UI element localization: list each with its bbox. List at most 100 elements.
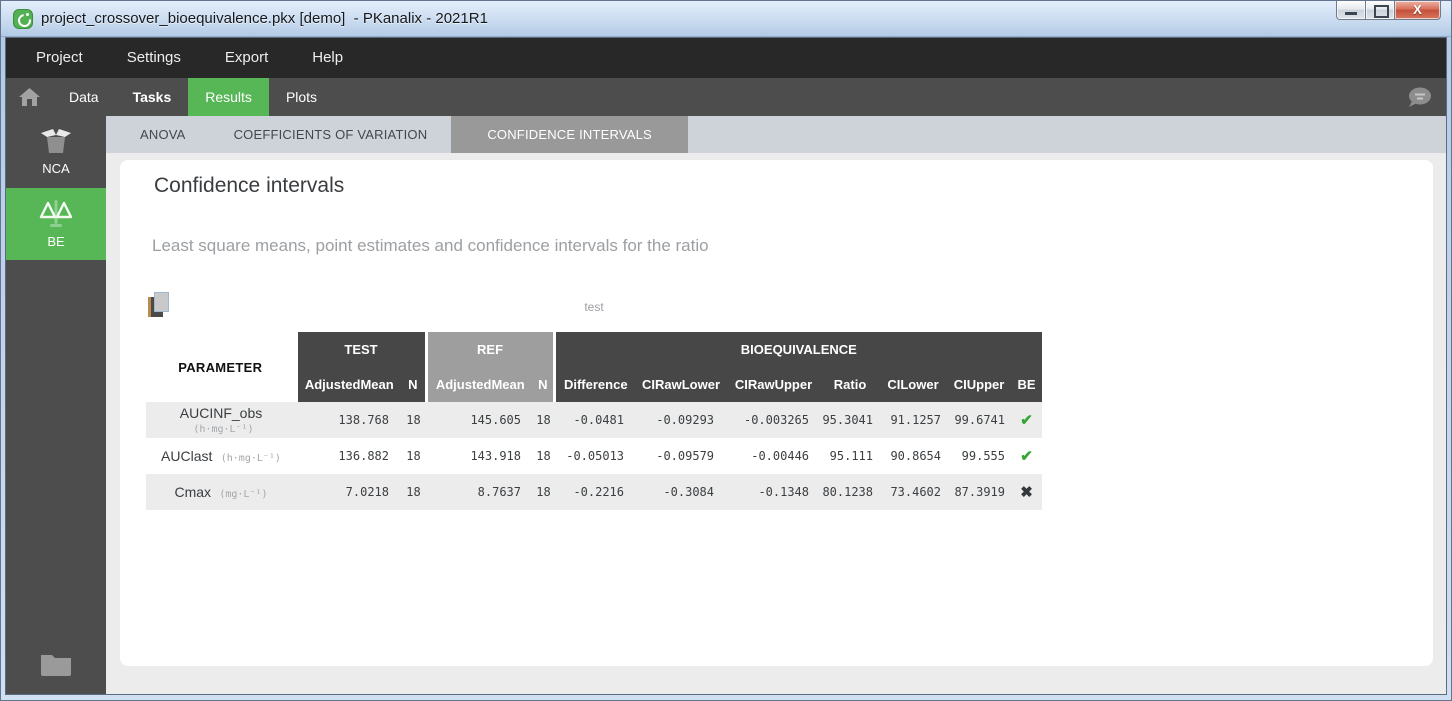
ci-lower: 73.4602: [879, 474, 947, 510]
ci-upper: 99.6741: [947, 402, 1011, 438]
tab-tasks[interactable]: Tasks: [116, 78, 189, 116]
app-client-area: Project Settings Export Help Data Tasks …: [5, 37, 1447, 695]
results-content: Confidence intervals Least square means,…: [106, 153, 1446, 694]
app-window: project_crossover_bioequivalence.pkx [de…: [0, 0, 1452, 701]
home-button[interactable]: [6, 78, 52, 116]
parameter-name: Cmax: [174, 484, 211, 500]
main-tab-bar: Data Tasks Results Plots: [6, 78, 1446, 116]
window-title: project_crossover_bioequivalence.pkx [de…: [41, 10, 488, 27]
ci-raw-lower: -0.09293: [636, 402, 726, 438]
ci-lower: 91.1257: [879, 402, 947, 438]
col-header-ciupper: CIUpper: [947, 367, 1011, 402]
test-n: 18: [401, 438, 426, 474]
main-panel: ANOVA COEFFICIENTS OF VARIATION CONFIDEN…: [106, 116, 1446, 694]
subtab-confidence-intervals[interactable]: CONFIDENCE INTERVALS: [451, 116, 688, 153]
test-n: 18: [401, 474, 426, 510]
sidebar-item-be[interactable]: BE: [6, 188, 106, 260]
subtab-coefficients-of-variation[interactable]: COEFFICIENTS OF VARIATION: [210, 116, 452, 153]
home-icon: [19, 88, 40, 106]
col-header-test-adjustedmean: AdjustedMean: [296, 367, 401, 402]
group-header-bioequivalence: BIOEQUIVALENCE: [554, 332, 1042, 367]
ref-adjusted-mean: 8.7637: [426, 474, 533, 510]
ci-raw-upper: -0.00446: [726, 438, 821, 474]
window-frame: Project Settings Export Help Data Tasks …: [1, 37, 1451, 700]
ratio: 95.3041: [821, 402, 879, 438]
ref-n: 18: [533, 438, 554, 474]
col-header-cirawupper: CIRawUpper: [726, 367, 821, 402]
ci-lower: 90.8654: [879, 438, 947, 474]
title-bar[interactable]: project_crossover_bioequivalence.pkx [de…: [1, 1, 1451, 37]
results-subtabs: ANOVA COEFFICIENTS OF VARIATION CONFIDEN…: [106, 116, 1446, 153]
col-header-cirawlower: CIRawLower: [636, 367, 726, 402]
col-header-difference: Difference: [554, 367, 636, 402]
close-button[interactable]: X: [1395, 1, 1441, 20]
subtab-anova[interactable]: ANOVA: [116, 116, 210, 153]
minimize-button[interactable]: [1336, 1, 1366, 20]
table-row-cmax: Cmax (mg·L⁻¹) 7.0218 18 8.7637 18 -0.221…: [146, 474, 1042, 510]
test-adjusted-mean: 138.768: [296, 402, 401, 438]
menu-bar: Project Settings Export Help: [6, 38, 1446, 78]
ci-raw-upper: -0.1348: [726, 474, 821, 510]
parameter-unit: (mg·L⁻¹): [219, 489, 267, 500]
sidebar-item-nca[interactable]: NCA: [6, 116, 106, 188]
project-folder-icon[interactable]: [39, 650, 73, 676]
col-header-ratio: Ratio: [821, 367, 879, 402]
ref-n: 18: [533, 474, 554, 510]
test-adjusted-mean: 136.882: [296, 438, 401, 474]
parameter-unit: (h·mg·L⁻¹): [193, 424, 253, 435]
menu-project[interactable]: Project: [14, 38, 105, 78]
parameter-unit: (h·mg·L⁻¹): [221, 453, 281, 464]
window-controls: X: [1336, 1, 1441, 20]
feedback-button[interactable]: [1406, 78, 1446, 116]
tab-results[interactable]: Results: [188, 78, 269, 116]
group-header-test: TEST: [296, 332, 426, 367]
col-header-ref-n: N: [533, 367, 554, 402]
ratio: 95.111: [821, 438, 879, 474]
ci-raw-lower: -0.09579: [636, 438, 726, 474]
col-header-cilower: CILower: [879, 367, 947, 402]
results-table-zone: test: [146, 288, 1042, 510]
task-sidebar: NCA BE: [6, 116, 106, 694]
sidebar-item-label: BE: [47, 234, 64, 249]
tab-data[interactable]: Data: [52, 78, 116, 116]
group-header-ref: REF: [426, 332, 554, 367]
be-status-icon: ✖: [1011, 474, 1042, 510]
ratio: 80.1238: [821, 474, 879, 510]
menu-export[interactable]: Export: [203, 38, 290, 78]
menu-help[interactable]: Help: [290, 38, 365, 78]
ref-adjusted-mean: 143.918: [426, 438, 533, 474]
nca-box-icon: [39, 128, 73, 154]
confidence-intervals-card: Confidence intervals Least square means,…: [120, 160, 1433, 666]
difference: -0.0481: [554, 402, 636, 438]
col-header-be: BE: [1011, 367, 1042, 402]
parameter-name: AUClast: [161, 448, 212, 464]
difference: -0.05013: [554, 438, 636, 474]
confidence-intervals-table: PARAMETER TEST REF BIOEQUIVALENCE Adjust…: [146, 332, 1042, 510]
ci-upper: 87.3919: [947, 474, 1011, 510]
sidebar-item-label: NCA: [42, 161, 69, 176]
be-status-icon: ✔: [1011, 402, 1042, 438]
be-scales-icon: [39, 199, 73, 227]
col-header-test-n: N: [401, 367, 426, 402]
table-row-aucinf-obs: AUCINF_obs (h·mg·L⁻¹) 138.768 18 145.605…: [146, 402, 1042, 438]
test-adjusted-mean: 7.0218: [296, 474, 401, 510]
col-header-parameter: PARAMETER: [146, 332, 296, 402]
ci-raw-upper: -0.003265: [726, 402, 821, 438]
ref-n: 18: [533, 402, 554, 438]
tab-plots[interactable]: Plots: [269, 78, 334, 116]
ref-adjusted-mean: 145.605: [426, 402, 533, 438]
table-row-auclast: AUClast (h·mg·L⁻¹) 136.882 18 143.918 18…: [146, 438, 1042, 474]
chat-bubble-icon: [1406, 87, 1432, 108]
ci-upper: 99.555: [947, 438, 1011, 474]
page-title: Confidence intervals: [146, 174, 1403, 198]
difference: -0.2216: [554, 474, 636, 510]
col-header-ref-adjustedmean: AdjustedMean: [426, 367, 533, 402]
page-subtitle: Least square means, point estimates and …: [146, 236, 1403, 256]
menu-settings[interactable]: Settings: [105, 38, 203, 78]
maximize-button[interactable]: [1366, 1, 1395, 20]
app-logo-icon: [13, 9, 33, 29]
table-title: test: [146, 300, 1042, 314]
ci-raw-lower: -0.3084: [636, 474, 726, 510]
parameter-name: AUCINF_obs: [180, 405, 262, 421]
be-status-icon: ✔: [1011, 438, 1042, 474]
